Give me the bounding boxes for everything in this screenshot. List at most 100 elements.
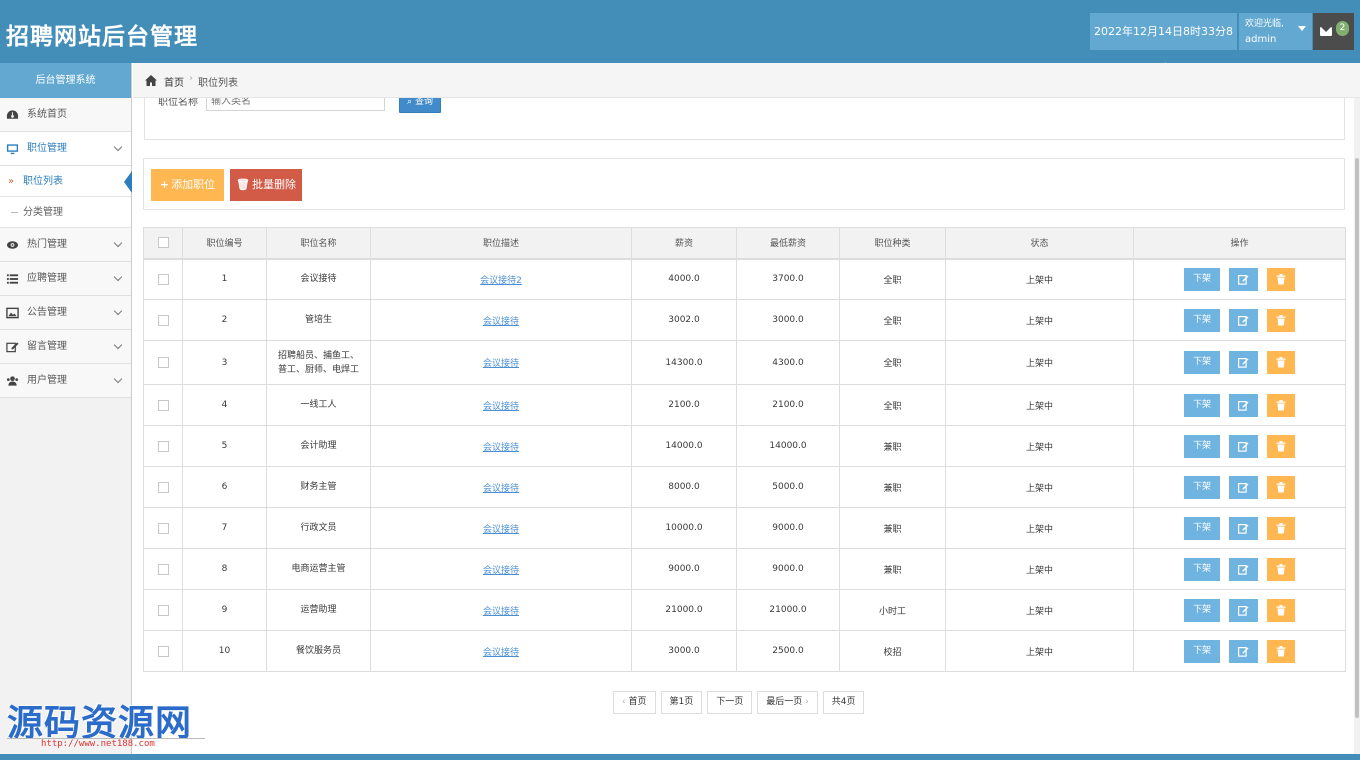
sidebar-item-applications[interactable]: 应聘管理 <box>0 262 131 296</box>
job-desc-cell: 会议接待 <box>370 589 632 631</box>
min-salary-cell: 2500.0 <box>736 630 840 672</box>
table-row: 10 餐饮服务员 会议接待 3000.0 2500.0 校招 上架中 下架 <box>143 630 1346 672</box>
delete-button[interactable] <box>1267 475 1295 499</box>
row-checkbox[interactable] <box>157 481 169 493</box>
actions-cell: 下架 <box>1133 258 1346 300</box>
sidebar: 后台管理系统 系统首页 职位管理 » 职位列表 分类管理 热门管理 应聘管理 公… <box>0 63 132 755</box>
delete-button[interactable] <box>1267 639 1295 663</box>
edit-button[interactable] <box>1229 598 1258 622</box>
edit-button[interactable] <box>1229 516 1258 540</box>
user-menu[interactable]: 欢迎光临, admin <box>1239 13 1312 50</box>
sidebar-item-dashboard[interactable]: 系统首页 <box>0 98 131 132</box>
row-select-cell <box>143 589 183 631</box>
delete-button[interactable] <box>1267 267 1295 291</box>
delete-button[interactable] <box>1267 351 1295 374</box>
edit-button[interactable] <box>1229 557 1258 581</box>
sidebar-item-label: 公告管理 <box>27 307 67 318</box>
search-panel: 职位名称 ⌕ 查询 <box>144 98 1345 140</box>
sidebar-subitem-categories[interactable]: 分类管理 <box>0 197 131 228</box>
row-checkbox[interactable] <box>157 273 169 285</box>
job-desc-link[interactable]: 会议接待 <box>483 525 519 535</box>
row-checkbox[interactable] <box>157 645 169 657</box>
add-job-button[interactable]: + 添加职位 <box>151 169 224 201</box>
edit-button[interactable] <box>1229 351 1258 374</box>
unlist-button[interactable]: 下架 <box>1184 639 1220 663</box>
actions-cell: 下架 <box>1133 384 1346 426</box>
job-desc-cell: 会议接待 <box>370 299 632 341</box>
unlist-button[interactable]: 下架 <box>1184 598 1220 622</box>
select-all-checkbox[interactable] <box>157 237 169 249</box>
row-checkbox[interactable] <box>157 563 169 575</box>
job-type-cell: 兼职 <box>839 548 946 590</box>
sidebar-item-messages[interactable]: 留言管理 <box>0 330 131 364</box>
edit-button[interactable] <box>1229 308 1258 332</box>
breadcrumb-home-link[interactable]: 首页 <box>164 74 184 89</box>
delete-button[interactable] <box>1267 598 1295 622</box>
delete-button[interactable] <box>1267 434 1295 458</box>
page-current-button[interactable]: 第1页 <box>660 691 703 714</box>
row-checkbox[interactable] <box>157 314 169 326</box>
sidebar-item-hot[interactable]: 热门管理 <box>0 228 131 262</box>
row-checkbox[interactable] <box>157 440 169 452</box>
unlist-button[interactable]: 下架 <box>1184 516 1220 540</box>
batch-delete-button[interactable]: 🗑︎ 批量删除 <box>230 169 302 201</box>
job-id-cell: 5 <box>182 425 267 467</box>
delete-button[interactable] <box>1267 308 1295 332</box>
page-last-button[interactable]: 最后一页 › <box>757 691 818 714</box>
unlist-button[interactable]: 下架 <box>1184 475 1220 499</box>
job-desc-link[interactable]: 会议接待2 <box>480 276 522 286</box>
job-desc-link[interactable]: 会议接待 <box>483 607 519 617</box>
job-desc-link[interactable]: 会议接待 <box>483 648 519 658</box>
scrollbar-thumb[interactable] <box>1355 158 1359 718</box>
sidebar-subitem-job-list[interactable]: » 职位列表 <box>0 166 132 197</box>
job-type-cell: 校招 <box>839 630 946 672</box>
sidebar-brand: 后台管理系统 <box>0 63 131 98</box>
sidebar-item-jobs[interactable]: 职位管理 <box>0 132 131 166</box>
job-name-search-input[interactable] <box>206 98 385 111</box>
actions-cell: 下架 <box>1133 507 1346 549</box>
sidebar-item-label: 用户管理 <box>27 375 67 386</box>
sidebar-item-notices[interactable]: 公告管理 <box>0 296 131 330</box>
edit-button[interactable] <box>1229 639 1258 663</box>
sidebar-item-users[interactable]: 用户管理 <box>0 364 131 398</box>
row-checkbox[interactable] <box>157 604 169 616</box>
page-first-button[interactable]: ‹ 首页 <box>613 691 656 714</box>
job-id-cell: 7 <box>182 507 267 549</box>
edit-icon <box>1238 358 1249 368</box>
edit-button[interactable] <box>1229 475 1258 499</box>
delete-button[interactable] <box>1267 516 1295 540</box>
job-id-cell: 1 <box>182 258 267 300</box>
job-desc-link[interactable]: 会议接待 <box>483 484 519 494</box>
unlist-button[interactable]: 下架 <box>1184 434 1220 458</box>
edit-button[interactable] <box>1229 393 1258 417</box>
job-desc-link[interactable]: 会议接待 <box>483 359 519 369</box>
job-name-cell: 招聘船员、捕鱼工、普工、厨师、电焊工 <box>266 340 371 385</box>
job-desc-link[interactable]: 会议接待 <box>483 443 519 453</box>
edit-button[interactable] <box>1229 267 1258 291</box>
trash-icon <box>1276 273 1286 285</box>
messages-button[interactable]: 2 <box>1313 13 1354 50</box>
edit-button[interactable] <box>1229 434 1258 458</box>
search-button[interactable]: ⌕ 查询 <box>399 98 441 113</box>
edit-icon <box>1238 646 1249 657</box>
row-checkbox[interactable] <box>157 522 169 534</box>
unlist-button[interactable]: 下架 <box>1184 308 1220 332</box>
row-checkbox[interactable] <box>157 357 169 368</box>
unlist-button[interactable]: 下架 <box>1184 267 1220 291</box>
unlist-button[interactable]: 下架 <box>1184 557 1220 581</box>
row-checkbox[interactable] <box>157 399 169 411</box>
column-header: 职位描述 <box>370 227 632 260</box>
delete-button[interactable] <box>1267 393 1295 417</box>
page-next-button[interactable]: 下一页 <box>707 691 753 714</box>
unlist-button[interactable]: 下架 <box>1184 393 1220 417</box>
job-desc-link[interactable]: 会议接待 <box>483 566 519 576</box>
job-desc-cell: 会议接待2 <box>370 258 632 300</box>
job-desc-link[interactable]: 会议接待 <box>483 402 519 412</box>
delete-button[interactable] <box>1267 557 1295 581</box>
trash-icon <box>1276 399 1286 410</box>
unlist-button[interactable]: 下架 <box>1184 351 1220 374</box>
edit-icon <box>1238 441 1249 452</box>
page-scrollbar[interactable] <box>1354 98 1360 754</box>
job-desc-link[interactable]: 会议接待 <box>483 317 519 327</box>
users-icon <box>6 376 19 386</box>
